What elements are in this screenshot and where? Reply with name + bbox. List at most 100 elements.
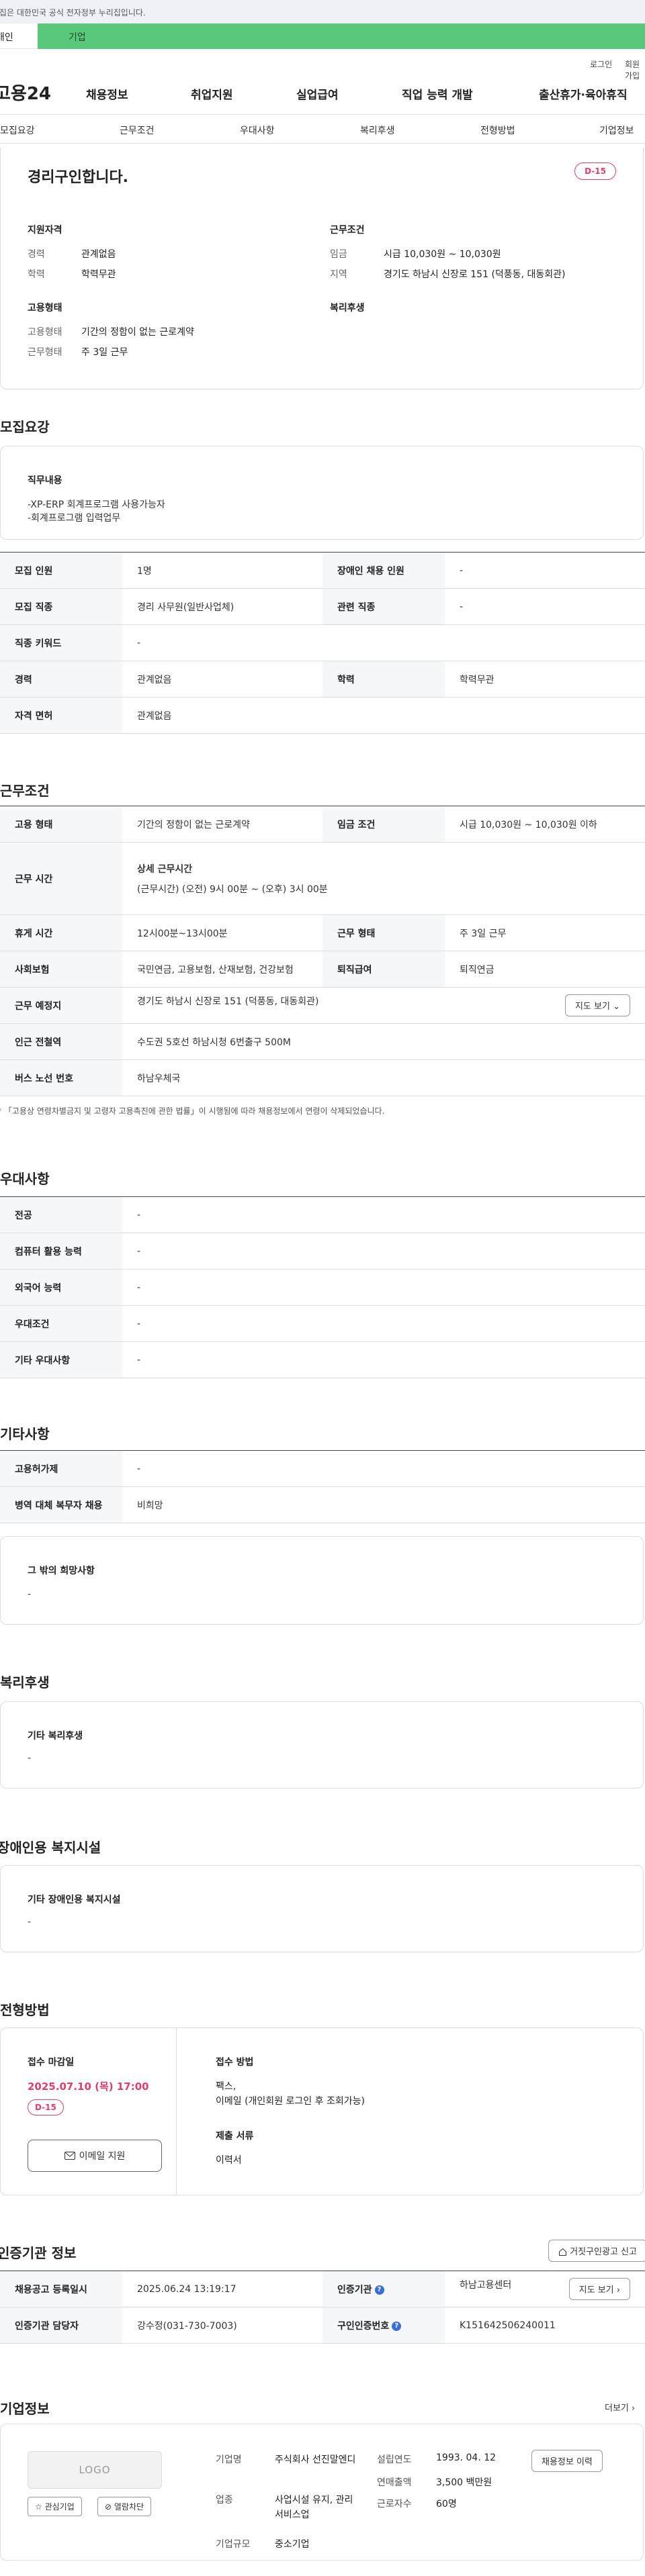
company-est-value: 1993. 04. 12	[436, 2452, 497, 2463]
prefer-table: 전공 - 컴퓨터 활용 능력 - 외국어 능력 - 우대조건 - 기타 우대사항 -	[0, 1196, 645, 1378]
duty-line: -XP-ERP 회계프로그램 사용가능자	[28, 499, 165, 510]
email-apply-button[interactable]: 이메일 지원	[28, 2140, 162, 2172]
table-row: 외국어 능력 -	[0, 1269, 645, 1306]
company-industry-label: 업종	[216, 2495, 233, 2506]
cell-value: 강수정(031-730-7003)	[122, 2307, 322, 2344]
cell-value: -	[122, 1196, 645, 1233]
welfare-card: 기타 복리후생 -	[0, 1701, 644, 1788]
tab-corp[interactable]: 기업	[38, 23, 645, 49]
wish-heading: 그 밖의 희망사항	[28, 1566, 95, 1576]
company-size-label: 기업규모	[216, 2539, 251, 2550]
block-view-button[interactable]: ⊘ 열람차단	[97, 2497, 152, 2516]
recruit-history-button[interactable]: 채용정보 이력	[531, 2450, 603, 2472]
company-size-value: 중소기업	[275, 2539, 310, 2550]
favorite-company-button[interactable]: ☆ 관심기업	[28, 2497, 82, 2516]
cert-map-button[interactable]: 지도 보기 ›	[568, 2278, 630, 2300]
cell-label: 기타 우대사항	[0, 1341, 122, 1378]
selection-card: 접수 마감일 2025.07.10 (목) 17:00 D-15 이메일 지원 …	[0, 2028, 644, 2195]
recruit-table: 모집 인원 1명 장애인 채용 인원 - 모집 직종 경리 사무원(일반사업체)…	[0, 552, 645, 734]
table-row: 경력 관계없음 학력 학력무관	[0, 661, 645, 698]
info-icon[interactable]: ?	[374, 2285, 384, 2295]
anchor-welfare[interactable]: 복리후생	[360, 124, 395, 137]
table-row: 직종 키워드 -	[0, 624, 645, 661]
company-sales-label: 연매출액	[377, 2477, 412, 2488]
table-row: 인근 전철역 수도권 5호선 하남시청 6번출구 500M	[0, 1023, 645, 1060]
disabled-value: -	[28, 1917, 32, 1927]
cell-value: 수도권 5호선 하남시청 6번출구 500M	[122, 1023, 645, 1060]
login-link[interactable]: 로그인	[590, 58, 612, 70]
section-title-selection: 전형방법	[0, 2002, 50, 2018]
duty-card: 직무내용 -XP-ERP 회계프로그램 사용가능자 -회계프로그램 입력업무	[0, 446, 644, 540]
cond-label: 임금	[330, 249, 347, 260]
cell-label: 학력	[322, 661, 445, 698]
qual-value: 관계없음	[81, 249, 116, 260]
condition-heading: 근무조건	[330, 225, 365, 236]
cell-value: 하남고용센터 지도 보기 ›	[445, 2271, 645, 2307]
deadline-heading: 접수 마감일	[28, 2057, 75, 2068]
anchor-company[interactable]: 기업정보	[599, 124, 634, 137]
emp-label: 근무형태	[28, 347, 62, 358]
table-row: 고용허가제 -	[0, 1450, 645, 1487]
anchor-recruit[interactable]: 모집요강	[0, 124, 35, 137]
cell-label: 구인인증번호?	[322, 2307, 445, 2344]
docs-heading: 제출 서류	[216, 2131, 254, 2142]
wish-card: 그 밖의 희망사항 -	[0, 1536, 644, 1625]
site-logo[interactable]: 고용24	[0, 80, 51, 105]
nav-unemployment-benefit[interactable]: 실업급여	[296, 85, 339, 102]
deadline-panel: 접수 마감일 2025.07.10 (목) 17:00 D-15 이메일 지원	[1, 2028, 177, 2195]
report-fake-ad-button[interactable]: 거짓구인광고 신고	[548, 2240, 645, 2262]
anchor-prefer[interactable]: 우대사항	[240, 124, 275, 137]
table-row: 근무 시간 상세 근무시간 (근무시간) (오전) 9시 00분 ~ (오후) …	[0, 842, 645, 915]
table-row: 휴게 시간 12시00분~13시00분 근무 형태 주 3일 근무	[0, 914, 645, 951]
table-row: 우대조건 -	[0, 1305, 645, 1342]
table-row: 모집 직종 경리 사무원(일반사업체) 관련 직종 -	[0, 588, 645, 625]
company-logo: LOGO	[28, 2451, 162, 2489]
tab-person[interactable]: 개인	[0, 23, 38, 49]
cell-value: -	[122, 624, 645, 661]
star-icon: ☆	[35, 2502, 42, 2512]
gov-banner: 이 누리집은 대한민국 공식 전자정부 누리집입니다.	[0, 0, 645, 23]
utility-links: 로그인 회원가입	[0, 49, 645, 81]
company-more-link[interactable]: 더보기 ›	[605, 2401, 635, 2414]
company-name-label: 기업명	[216, 2454, 242, 2465]
cell-label: 버스 노선 번호	[0, 1059, 122, 1096]
nav-recruit[interactable]: 채용정보	[86, 85, 128, 102]
main-nav: 고용24 채용정보 취업지원 실업급여 직업 능력 개발 출산휴가·육아휴직	[0, 76, 645, 115]
duty-line: -회계프로그램 입력업무	[28, 513, 121, 524]
gov-banner-text: 이 누리집은 대한민국 공식 전자정부 누리집입니다.	[0, 8, 146, 17]
docs-value: 이력서	[216, 2155, 242, 2166]
table-row: 채용공고 등록일시 2025.06.24 13:19:17 인증기관? 하남고용…	[0, 2271, 645, 2307]
cell-value: -	[122, 1305, 645, 1342]
info-icon[interactable]: ?	[392, 2321, 402, 2331]
cond-value: 시급 10,030원 ~ 10,030원	[384, 249, 501, 260]
nav-maternity-leave[interactable]: 출산휴가·육아휴직	[539, 85, 628, 102]
cell-label: 모집 직종	[0, 588, 122, 625]
deadline-value: 2025.07.10 (목) 17:00	[28, 2081, 149, 2093]
anchor-work[interactable]: 근무조건	[120, 124, 155, 137]
cell-label: 근무 시간	[0, 842, 122, 915]
table-row: 기타 우대사항 -	[0, 1341, 645, 1378]
welfare-sub-heading: 기타 복리후생	[28, 1731, 83, 1742]
cert-org-value: 하남고용센터	[460, 2280, 512, 2291]
section-title-welfare: 복리후생	[0, 1674, 50, 1690]
cell-value: 관계없음	[122, 697, 645, 734]
anchor-selection[interactable]: 전형방법	[480, 124, 515, 137]
dday-badge: D-15	[574, 162, 616, 180]
cell-label: 자격 면허	[0, 697, 122, 734]
cell-label: 고용허가제	[0, 1450, 122, 1487]
nav-employment-support[interactable]: 취업지원	[191, 85, 233, 102]
company-staff-label: 근로자수	[377, 2499, 412, 2510]
wish-value: -	[28, 1589, 32, 1600]
cell-label: 외국어 능력	[0, 1269, 122, 1306]
nav-job-training[interactable]: 직업 능력 개발	[402, 85, 473, 102]
cell-value: -	[122, 1341, 645, 1378]
map-view-button[interactable]: 지도 보기 ⌄	[564, 994, 630, 1016]
cell-label: 근무 형태	[322, 914, 445, 951]
cell-value: 퇴직연금	[445, 951, 645, 988]
method-heading: 접수 방법	[216, 2057, 254, 2068]
cell-value: 하남우체국	[122, 1059, 645, 1096]
cell-value: 관계없음	[122, 661, 322, 698]
cell-value: -	[122, 1269, 645, 1306]
method-line: 팩스,	[216, 2081, 236, 2092]
cell-value: 2025.06.24 13:19:17	[122, 2271, 322, 2307]
